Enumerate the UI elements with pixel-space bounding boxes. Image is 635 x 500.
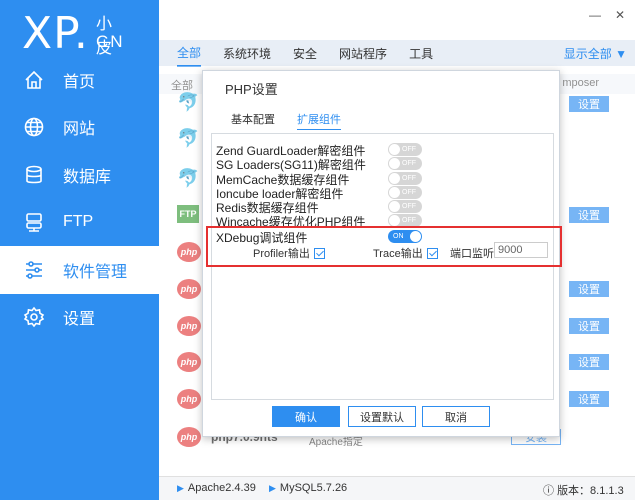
dialog-tabs: 基本配置 扩展组件 [231, 111, 341, 130]
profiler-output-label: Profiler输出 [253, 248, 310, 260]
window-controls: — ✕ [589, 8, 625, 22]
toggle-redis[interactable]: OFF [388, 200, 422, 213]
sidebar-item-settings[interactable]: 设置 [0, 294, 159, 342]
sidebar-item-database[interactable]: 数据库 [0, 151, 159, 199]
port-listen-label: 端口监听 [450, 245, 494, 261]
version-label: 版本：8.1.1.3 [557, 485, 624, 497]
sidebar-item-label: 网站 [63, 121, 96, 139]
toggle-memcache[interactable]: OFF [388, 172, 422, 185]
tab-basic-config[interactable]: 基本配置 [231, 111, 275, 130]
globe-icon [22, 115, 46, 139]
tab-all[interactable]: 全部 [177, 40, 202, 67]
set-default-button[interactable]: 设置默认 [348, 406, 416, 427]
version-info: ⓘ 版本：8.1.1.3 [543, 482, 624, 498]
home-icon [22, 68, 46, 92]
sidebar-item-label: 软件管理 [63, 263, 128, 281]
sidebar-nav: 首页 网站 数据库 FTP 软件管理 设置 [0, 56, 159, 341]
gear-icon [22, 305, 46, 329]
port-listen-text: 端口监听 [450, 248, 494, 260]
logo-main: XP. [22, 8, 89, 59]
server-icon [22, 210, 46, 234]
tab-extensions[interactable]: 扩展组件 [297, 111, 341, 130]
trace-output-option[interactable]: Trace输出 [373, 245, 438, 261]
tab-security[interactable]: 安全 [293, 41, 317, 66]
profiler-output-option[interactable]: Profiler输出 [253, 245, 325, 261]
logo: XP. 小皮 CN [22, 6, 123, 59]
mysql-status[interactable]: ▶ MySQL5.7.26 [269, 482, 347, 494]
tab-system[interactable]: 系统环境 [223, 41, 271, 66]
toggle-ioncube[interactable]: OFF [388, 186, 422, 199]
apache-label: Apache2.4.39 [187, 482, 256, 494]
sliders-icon [22, 258, 46, 282]
sidebar-item-home[interactable]: 首页 [0, 56, 159, 104]
sidebar: XP. 小皮 CN 首页 网站 数据库 FTP 软件管理 设置 [0, 0, 159, 500]
sidebar-item-ftp[interactable]: FTP [0, 199, 159, 247]
info-icon: ⓘ [543, 485, 558, 497]
toggle-sg11[interactable]: OFF [388, 157, 422, 170]
sidebar-item-website[interactable]: 网站 [0, 104, 159, 152]
sidebar-item-label: 首页 [63, 73, 96, 91]
sidebar-item-label: 设置 [63, 311, 96, 329]
sidebar-item-label: FTP [63, 213, 94, 231]
database-icon [22, 163, 46, 187]
confirm-button[interactable]: 确认 [272, 406, 340, 427]
minimize-button[interactable]: — [589, 8, 601, 22]
cancel-button[interactable]: 取消 [422, 406, 490, 427]
sidebar-item-label: 数据库 [63, 168, 112, 186]
toggle-zend[interactable]: OFF [388, 143, 422, 156]
play-icon: ▶ [269, 483, 276, 493]
close-button[interactable]: ✕ [615, 8, 625, 22]
category-tabs: 全部 系统环境 安全 网站程序 工具 显示全部 ▼ [159, 40, 635, 67]
profiler-output-checkbox[interactable] [313, 247, 325, 259]
show-all-dropdown[interactable]: 显示全部 ▼ [564, 45, 627, 62]
logo-cn: CN [96, 32, 125, 51]
status-bar: ▶ Apache2.4.39 ▶ MySQL5.7.26 ⓘ 版本：8.1.1.3 [159, 476, 635, 500]
trace-output-label: Trace输出 [373, 248, 423, 260]
trace-output-checkbox[interactable] [426, 247, 438, 259]
port-input[interactable]: 9000 [494, 242, 548, 258]
play-icon: ▶ [177, 483, 184, 493]
apache-status[interactable]: ▶ Apache2.4.39 [177, 482, 256, 494]
mysql-label: MySQL5.7.26 [279, 482, 348, 494]
dialog-title: PHP设置 [225, 82, 278, 97]
tab-website-programs[interactable]: 网站程序 [339, 41, 387, 66]
sidebar-item-software[interactable]: 软件管理 [0, 246, 159, 294]
tab-tools[interactable]: 工具 [409, 41, 433, 66]
